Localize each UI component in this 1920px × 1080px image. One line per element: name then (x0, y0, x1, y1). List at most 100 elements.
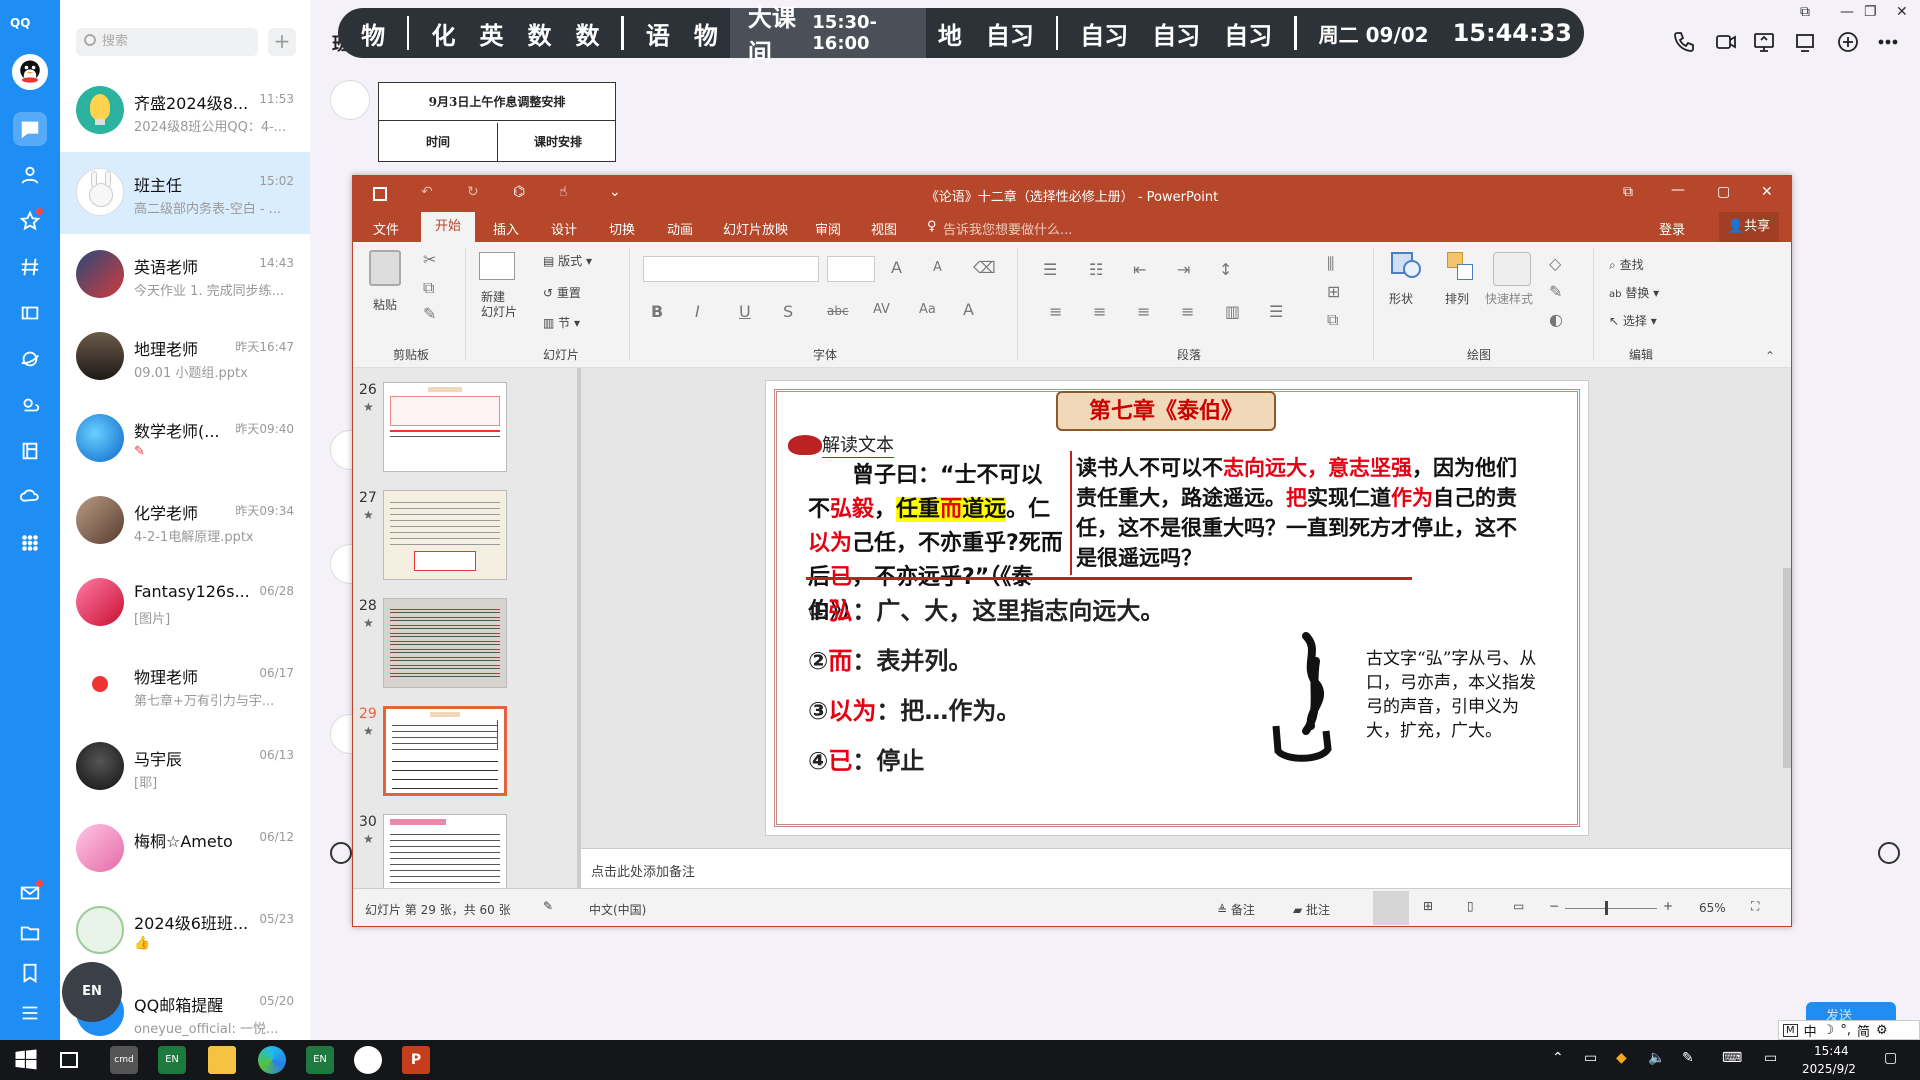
stage-scrollbar[interactable] (1783, 568, 1791, 768)
pin-icon[interactable]: ⧉ (1800, 4, 1810, 20)
keyboard-icon[interactable]: ⌨ (1722, 1050, 1742, 1066)
ribbon-display-icon[interactable]: ⧉ (1623, 184, 1633, 200)
search-input[interactable]: 搜索 (76, 28, 258, 56)
schedule-image-message[interactable]: 9月3日上午作息调整安排 时间 课时安排 (378, 82, 616, 162)
slide-thumbnail[interactable] (383, 382, 507, 472)
font-name-select[interactable] (643, 256, 819, 282)
distributed-icon[interactable]: ☰ (1269, 302, 1283, 321)
char-spacing-icon[interactable]: AV (873, 302, 890, 317)
section-button[interactable]: ▥ 节 ▾ (543, 314, 580, 331)
slideshow-view-icon[interactable]: ▭ (1513, 899, 1524, 913)
chat-item[interactable]: 马宇辰 06/13 [耶] (60, 726, 310, 808)
pen-icon[interactable]: ✎ (1682, 1050, 1694, 1066)
format-painter-icon[interactable]: ✎ (423, 304, 436, 323)
normal-view-icon[interactable] (1373, 891, 1409, 925)
qq-taskbar-icon[interactable] (354, 1046, 382, 1074)
comments-toggle[interactable]: ▰ 批注 (1293, 901, 1330, 918)
font-color-icon[interactable]: A (963, 300, 974, 319)
chat-item[interactable]: 数学老师(... 昨天09:40 ✎ (60, 398, 310, 480)
network-icon[interactable]: ▭ (1584, 1050, 1597, 1066)
screen-share-icon[interactable] (1752, 30, 1776, 54)
align-text-icon[interactable]: ⊞ (1327, 282, 1340, 301)
phone-icon[interactable] (1672, 30, 1696, 54)
shape-outline-icon[interactable]: ✎ (1549, 282, 1562, 301)
chat-item[interactable]: 2024级6班班... 05/23 👍 (60, 890, 310, 972)
store-icon[interactable] (15, 436, 45, 466)
zoom-level[interactable]: 65% (1699, 901, 1726, 915)
punct-icon[interactable]: °, (1840, 1023, 1851, 1038)
slide-sorter-icon[interactable]: ⊞ (1423, 899, 1433, 913)
zoom-out-button[interactable]: − (1549, 899, 1559, 913)
redo-icon[interactable]: ↻ (467, 184, 479, 200)
language-status[interactable]: 中文(中国) (589, 901, 646, 918)
bookmark-icon[interactable] (15, 958, 45, 988)
taskbar-date[interactable]: 2025/9/2 (1802, 1062, 1856, 1076)
find-button[interactable]: ⌕ 查找 (1609, 256, 1644, 273)
slide-thumbnail[interactable] (383, 598, 507, 688)
emoji-icon[interactable] (330, 842, 352, 864)
edge-icon[interactable] (258, 1046, 286, 1074)
tab-file[interactable]: 文件 (373, 219, 399, 238)
minimize-button[interactable]: — (1671, 182, 1685, 198)
undo-icon[interactable]: ↶ (421, 184, 433, 200)
save-icon[interactable] (373, 187, 387, 201)
reset-button[interactable]: ↺ 重置 (543, 284, 581, 301)
contacts-icon[interactable] (15, 160, 45, 190)
italic-icon[interactable]: I (695, 302, 700, 321)
app-icon[interactable]: cmd (110, 1046, 138, 1074)
close-button[interactable]: ✕ (1896, 4, 1908, 20)
task-view-icon[interactable] (60, 1052, 78, 1068)
tab-view[interactable]: 视图 (871, 219, 897, 238)
weather-icon[interactable] (15, 390, 45, 420)
maximize-button[interactable]: ❐ (1864, 4, 1877, 20)
bold-icon[interactable]: B (651, 302, 663, 321)
font-size-select[interactable] (827, 256, 875, 282)
decrease-indent-icon[interactable]: ⇤ (1133, 260, 1146, 279)
share-button[interactable]: 👤共享 (1719, 212, 1779, 242)
smartart-icon[interactable]: ⧉ (1327, 310, 1338, 330)
channel-icon[interactable] (15, 252, 45, 282)
history-icon[interactable] (1878, 842, 1900, 864)
chat-item[interactable]: 梅桐☆Ameto 06/12 (60, 808, 310, 890)
quick-styles-button[interactable] (1493, 252, 1531, 286)
strikethrough-icon[interactable]: abc (827, 304, 849, 318)
windows-start-icon[interactable] (12, 1046, 40, 1074)
arrange-button[interactable] (1443, 252, 1483, 286)
zoom-slider-thumb[interactable] (1605, 901, 1608, 915)
touch-mode-icon[interactable]: ☝ (559, 184, 568, 200)
ime-toolbar[interactable]: M 中 ☽ °, 简 ⚙ (1778, 1020, 1920, 1040)
chat-item[interactable]: 物理老师 06/17 第七章+万有引力与宇... (60, 644, 310, 726)
collapse-ribbon-icon[interactable]: ⌃ (1765, 349, 1775, 363)
layout-button[interactable]: ▤ 版式 ▾ (543, 252, 592, 269)
increase-indent-icon[interactable]: ⇥ (1177, 260, 1190, 279)
paste-button[interactable] (369, 250, 401, 286)
chat-item[interactable]: 英语老师 14:43 今天作业 1. 完成同步练... (60, 234, 310, 316)
text-direction-icon[interactable]: ⫼ (1327, 254, 1334, 274)
folder-icon[interactable] (15, 918, 45, 948)
mail-icon[interactable] (15, 878, 45, 908)
volume-icon[interactable]: 🔈 (1648, 1050, 1665, 1066)
more-icon[interactable] (1876, 30, 1900, 54)
chat-item[interactable]: 班主任 15:02 高二级部内务表-空白 - ... (60, 152, 310, 234)
settings-icon[interactable]: ⚙ (1876, 1023, 1888, 1038)
cut-icon[interactable]: ✂ (423, 250, 436, 269)
tab-animations[interactable]: 动画 (667, 219, 693, 238)
slide-thumbnail[interactable] (383, 706, 507, 796)
line-spacing-icon[interactable]: ↕ (1219, 260, 1232, 279)
app-icon[interactable]: EN (306, 1046, 334, 1074)
new-slide-button[interactable] (479, 252, 515, 280)
zoom-slider[interactable] (1565, 908, 1657, 909)
tell-me-search[interactable]: 告诉我您想要做什么... (943, 219, 1072, 238)
tab-review[interactable]: 审阅 (815, 219, 841, 238)
messages-icon[interactable] (13, 112, 47, 146)
tab-design[interactable]: 设计 (551, 219, 577, 238)
display-icon[interactable]: ▭ (1764, 1050, 1777, 1066)
chat-item[interactable]: 齐盛2024级8... 11:53 2024级8班公用QQ：4-... (60, 70, 310, 152)
maximize-button[interactable]: ▢ (1717, 184, 1730, 200)
shape-effects-icon[interactable]: ◐ (1549, 310, 1563, 329)
tab-insert[interactable]: 插入 (493, 219, 519, 238)
grow-font-icon[interactable]: A (891, 258, 902, 277)
ime-mode[interactable]: 中 (1804, 1021, 1817, 1040)
minimize-button[interactable]: — (1840, 4, 1854, 20)
align-center-icon[interactable]: ≡ (1093, 302, 1106, 321)
